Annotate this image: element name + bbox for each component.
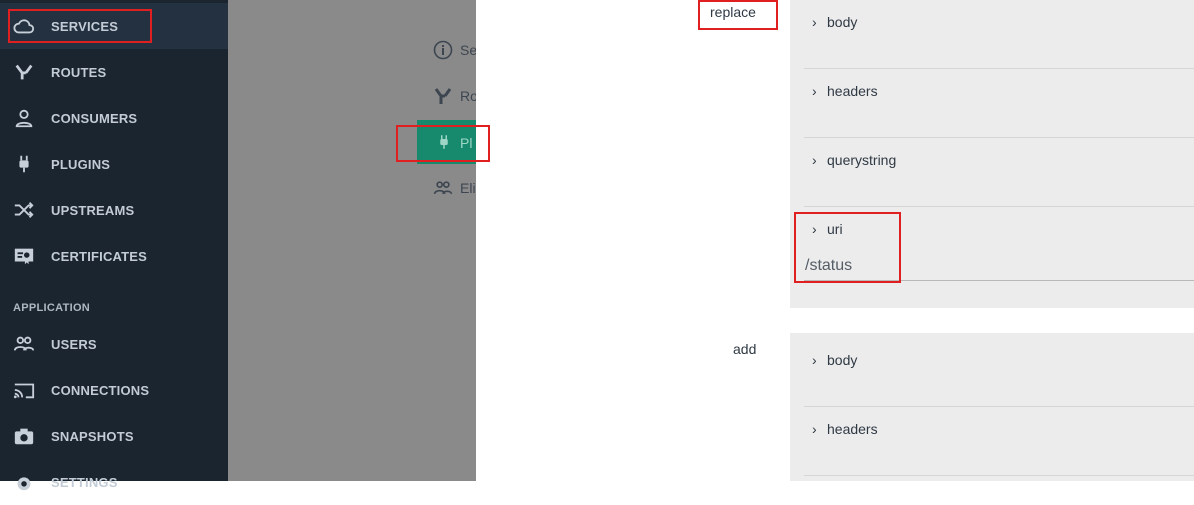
field-label: headers bbox=[827, 83, 878, 99]
highlight-plugins bbox=[396, 125, 490, 162]
chevron-right-icon: › bbox=[812, 14, 817, 30]
sidebar-item-label: CONSUMERS bbox=[51, 110, 138, 126]
bg-nav-label: Eli bbox=[460, 180, 476, 196]
sidebar-item-users[interactable]: USERS bbox=[0, 321, 228, 367]
certificate-icon bbox=[14, 248, 34, 265]
shuffle-icon bbox=[14, 202, 34, 218]
sidebar-item-routes[interactable]: ROUTES bbox=[0, 49, 228, 95]
sidebar: SERVICES ROUTES CONSUMERS PLUGINS UPSTRE… bbox=[0, 0, 228, 491]
highlight-services bbox=[8, 9, 152, 43]
sidebar-item-label: SNAPSHOTS bbox=[51, 428, 134, 444]
divider bbox=[804, 137, 1194, 138]
chevron-right-icon: › bbox=[812, 352, 817, 368]
divider bbox=[804, 475, 1194, 476]
replace-querystring-toggle[interactable]: › querystring bbox=[812, 152, 896, 168]
sidebar-item-snapshots[interactable]: SNAPSHOTS bbox=[0, 413, 228, 459]
bg-nav-label: Se bbox=[460, 42, 478, 58]
highlight-replace bbox=[698, 0, 778, 30]
sidebar-item-consumers[interactable]: CONSUMERS bbox=[0, 95, 228, 141]
sidebar-item-label: SETTINGS bbox=[51, 474, 118, 490]
routes-icon bbox=[434, 88, 452, 104]
add-group: › body › headers bbox=[790, 333, 1194, 481]
sidebar-item-label: USERS bbox=[51, 336, 97, 352]
highlight-uri bbox=[794, 212, 901, 283]
replace-body-toggle[interactable]: › body bbox=[812, 14, 857, 30]
sidebar-item-label: ROUTES bbox=[51, 64, 107, 80]
info-icon bbox=[433, 40, 453, 60]
sidebar-item-plugins[interactable]: PLUGINS bbox=[0, 141, 228, 187]
chevron-right-icon: › bbox=[812, 83, 817, 99]
sidebar-item-label: CERTIFICATES bbox=[51, 248, 148, 264]
sidebar-item-label: UPSTREAMS bbox=[51, 202, 135, 218]
cast-icon bbox=[13, 383, 35, 399]
add-headers-toggle[interactable]: › headers bbox=[812, 421, 878, 437]
field-label: body bbox=[827, 352, 858, 368]
sidebar-item-upstreams[interactable]: UPSTREAMS bbox=[0, 187, 228, 233]
divider bbox=[804, 68, 1194, 69]
field-label: querystring bbox=[827, 152, 897, 168]
field-label: headers bbox=[827, 421, 878, 437]
camera-icon bbox=[14, 428, 34, 445]
sidebar-item-label: CONNECTIONS bbox=[51, 382, 150, 398]
plug-icon bbox=[19, 155, 29, 173]
sidebar-item-connections[interactable]: CONNECTIONS bbox=[0, 367, 228, 413]
user-icon bbox=[15, 109, 33, 128]
sidebar-item-certificates[interactable]: CERTIFICATES bbox=[0, 233, 228, 279]
chevron-right-icon: › bbox=[812, 152, 817, 168]
sidebar-item-label: PLUGINS bbox=[51, 156, 111, 172]
modal-backdrop[interactable]: Se Ro Pl Eli bbox=[228, 0, 478, 481]
routes-icon bbox=[15, 64, 33, 80]
sidebar-item-settings[interactable]: SETTINGS bbox=[0, 459, 228, 505]
section-heading-application: APPLICATION bbox=[13, 302, 91, 314]
divider bbox=[804, 206, 1194, 207]
field-label: body bbox=[827, 14, 858, 30]
chevron-right-icon: › bbox=[812, 421, 817, 437]
divider bbox=[804, 406, 1194, 407]
add-label: add bbox=[733, 341, 757, 357]
add-body-toggle[interactable]: › body bbox=[812, 352, 857, 368]
gear-icon bbox=[17, 477, 31, 491]
replace-headers-toggle[interactable]: › headers bbox=[812, 83, 878, 99]
users-icon bbox=[433, 181, 453, 195]
users-icon bbox=[13, 336, 35, 351]
